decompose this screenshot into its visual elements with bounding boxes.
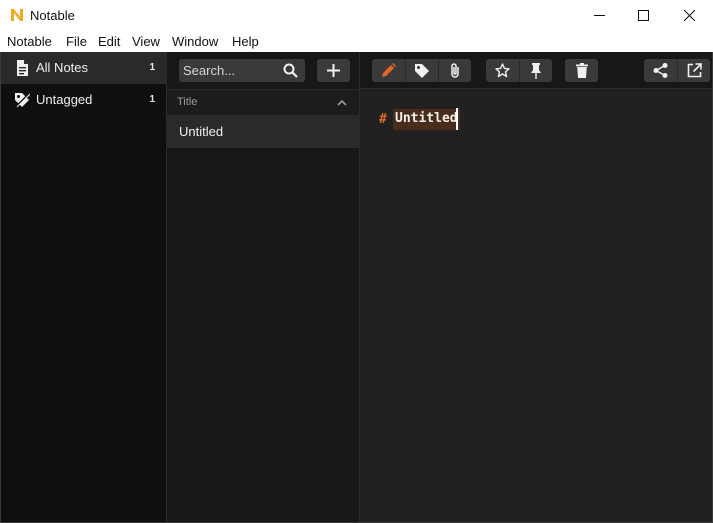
tag-icon — [415, 63, 429, 78]
app-body: All Notes 1 Untagged 1 Search... Title U… — [0, 52, 713, 523]
markdown-editor[interactable]: # Untitled — [360, 89, 712, 522]
notable-logo-icon — [11, 9, 23, 21]
sort-column-label: Title — [177, 96, 198, 108]
trash-icon — [575, 63, 588, 78]
menu-edit[interactable]: Edit — [98, 34, 120, 49]
favorite-button[interactable] — [486, 59, 519, 82]
sidebar-item-all-notes[interactable]: All Notes 1 — [1, 52, 167, 84]
plus-icon — [327, 64, 340, 77]
delete-button[interactable] — [565, 59, 598, 82]
sidebar-item-count: 1 — [149, 94, 155, 105]
search-input[interactable] — [183, 59, 279, 82]
tags-button[interactable] — [405, 59, 438, 82]
maximize-icon — [637, 10, 649, 21]
menu-view[interactable]: View — [132, 34, 160, 49]
open-in-window-button[interactable] — [677, 59, 710, 82]
sidebar: All Notes 1 Untagged 1 — [1, 52, 167, 522]
pin-icon — [531, 62, 541, 79]
note-list-header[interactable]: Title — [167, 89, 359, 116]
minimize-button[interactable] — [576, 0, 622, 31]
new-note-button[interactable] — [317, 59, 350, 82]
search-box — [179, 59, 305, 82]
minimize-icon — [593, 15, 605, 16]
search-icon[interactable] — [283, 63, 298, 78]
delete-group — [565, 59, 598, 82]
star-icon — [495, 63, 510, 78]
note-list-panel: Title Untitled — [167, 52, 360, 522]
heading-marker: # — [379, 112, 387, 127]
paperclip-icon — [451, 63, 459, 78]
menu-file[interactable]: File — [66, 34, 87, 49]
note-state-group — [486, 59, 552, 82]
title-bar: Notable — [0, 0, 713, 31]
menu-bar: Notable File Edit View Window Help — [0, 31, 713, 52]
sidebar-item-label: Untagged — [36, 92, 93, 107]
menu-notable[interactable]: Notable — [7, 34, 52, 49]
sidebar-item-label: All Notes — [36, 60, 89, 75]
editor-toolbar — [360, 52, 712, 89]
tag-off-icon — [15, 93, 30, 108]
open-external-icon — [687, 63, 702, 78]
share-group — [644, 59, 710, 82]
close-icon — [683, 10, 695, 21]
chevron-up-icon[interactable] — [337, 99, 347, 106]
heading-text: Untitled — [393, 109, 460, 130]
sidebar-item-untagged[interactable]: Untagged 1 — [1, 84, 167, 116]
document-icon — [17, 60, 28, 76]
note-title: Untitled — [179, 124, 224, 139]
share-icon — [653, 63, 668, 78]
edit-button[interactable] — [372, 59, 405, 82]
close-button[interactable] — [666, 0, 712, 31]
pin-button[interactable] — [519, 59, 552, 82]
list-item[interactable]: Untitled — [167, 116, 359, 148]
menu-help[interactable]: Help — [232, 34, 259, 49]
edit-tools-group — [372, 59, 471, 82]
share-button[interactable] — [644, 59, 677, 82]
menu-window[interactable]: Window — [172, 34, 218, 49]
attachments-button[interactable] — [438, 59, 471, 82]
editor-panel: # Untitled — [360, 52, 712, 522]
text-cursor — [456, 108, 458, 130]
maximize-button[interactable] — [620, 0, 666, 31]
window-title: Notable — [30, 8, 75, 23]
sidebar-item-count: 1 — [149, 62, 155, 73]
pencil-icon — [382, 63, 396, 77]
